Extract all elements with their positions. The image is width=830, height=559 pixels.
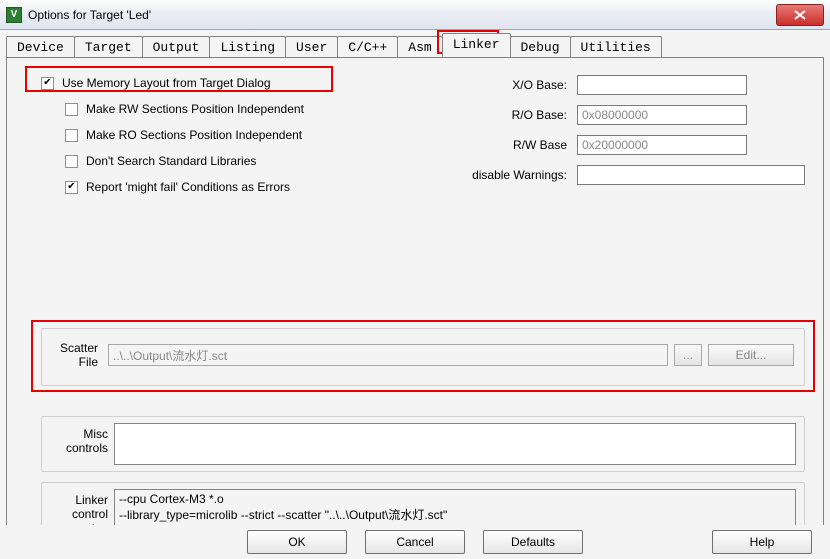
- make-ro-row: Make RO Sections Position Independent: [65, 124, 421, 146]
- scatter-edit-button: Edit...: [708, 344, 794, 366]
- linker-right-column: X/O Base: R/O Base: R/W Base disable War…: [437, 72, 805, 192]
- dont-search-checkbox[interactable]: [65, 155, 78, 168]
- report-might-fail-label: Report 'might fail' Conditions as Errors: [86, 180, 290, 194]
- misc-controls-label: Misc controls: [50, 423, 108, 465]
- ro-base-input: [577, 105, 747, 125]
- disable-warnings-input[interactable]: [577, 165, 805, 185]
- dialog-button-row: OK Cancel Defaults Help: [0, 525, 830, 559]
- close-button[interactable]: [776, 4, 824, 26]
- tab-cpp[interactable]: C/C++: [337, 36, 398, 58]
- scatter-browse-button: ...: [674, 344, 702, 366]
- tab-listing[interactable]: Listing: [209, 36, 286, 58]
- help-button[interactable]: Help: [712, 530, 812, 554]
- tab-target[interactable]: Target: [74, 36, 143, 58]
- make-rw-checkbox[interactable]: [65, 103, 78, 116]
- dialog-client: Device Target Output Listing User C/C++ …: [0, 30, 830, 559]
- tab-debug[interactable]: Debug: [510, 36, 571, 58]
- tab-panel-linker: Use Memory Layout from Target Dialog Mak…: [6, 57, 824, 535]
- defaults-button[interactable]: Defaults: [483, 530, 583, 554]
- linker-left-column: Use Memory Layout from Target Dialog Mak…: [41, 72, 421, 202]
- scatter-file-label: Scatter File: [52, 341, 102, 370]
- dont-search-label: Don't Search Standard Libraries: [86, 154, 256, 168]
- tab-strip: Device Target Output Listing User C/C++ …: [6, 35, 824, 57]
- use-memory-layout-label: Use Memory Layout from Target Dialog: [62, 76, 271, 90]
- report-might-fail-checkbox[interactable]: [65, 181, 78, 194]
- tab-utilities[interactable]: Utilities: [570, 36, 662, 58]
- xo-base-label: X/O Base:: [437, 78, 577, 92]
- dont-search-row: Don't Search Standard Libraries: [65, 150, 421, 172]
- tab-output[interactable]: Output: [142, 36, 211, 58]
- close-icon: [794, 10, 806, 20]
- misc-controls-textarea[interactable]: [114, 423, 796, 465]
- ro-base-label: R/O Base:: [437, 108, 577, 122]
- misc-controls-group: Misc controls: [41, 416, 805, 472]
- xo-base-input: [577, 75, 747, 95]
- rw-base-input: [577, 135, 747, 155]
- make-rw-label: Make RW Sections Position Independent: [86, 102, 304, 116]
- window-title: Options for Target 'Led': [28, 8, 776, 22]
- make-ro-checkbox[interactable]: [65, 129, 78, 142]
- scatter-file-input: [108, 344, 668, 366]
- disable-warnings-label: disable Warnings:: [437, 168, 577, 182]
- report-might-fail-row: Report 'might fail' Conditions as Errors: [65, 176, 421, 198]
- app-icon: V: [6, 7, 22, 23]
- make-ro-label: Make RO Sections Position Independent: [86, 128, 302, 142]
- tab-asm[interactable]: Asm: [397, 36, 442, 58]
- use-memory-layout-row: Use Memory Layout from Target Dialog: [41, 72, 421, 94]
- ok-button[interactable]: OK: [247, 530, 347, 554]
- titlebar: V Options for Target 'Led': [0, 0, 830, 30]
- use-memory-layout-checkbox[interactable]: [41, 77, 54, 90]
- tab-linker[interactable]: Linker: [442, 33, 511, 57]
- tab-user[interactable]: User: [285, 36, 338, 58]
- cancel-button[interactable]: Cancel: [365, 530, 465, 554]
- scatter-file-group: Scatter File ... Edit...: [41, 328, 805, 386]
- make-rw-row: Make RW Sections Position Independent: [65, 98, 421, 120]
- tab-device[interactable]: Device: [6, 36, 75, 58]
- rw-base-label: R/W Base: [437, 138, 577, 152]
